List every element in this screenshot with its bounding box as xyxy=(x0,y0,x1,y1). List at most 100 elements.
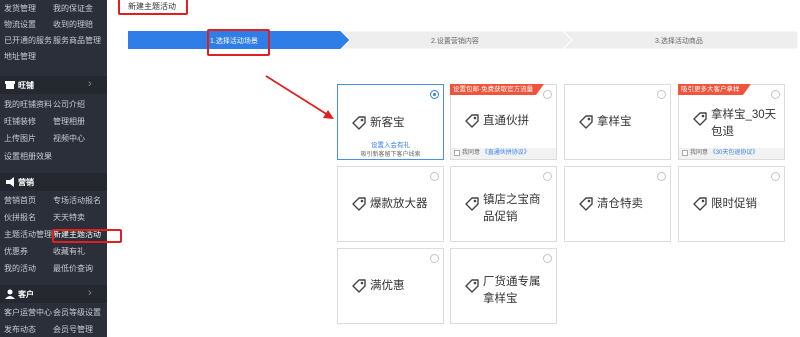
sidebar-section-kehu[interactable]: 客户 › xyxy=(0,285,107,303)
card-radio[interactable] xyxy=(543,172,552,181)
tag-icon xyxy=(465,197,479,211)
sidebar-row: 发布动态 会员号管理 xyxy=(0,321,107,337)
sidebar-link-decoration[interactable]: 旺铺装修 xyxy=(4,116,36,127)
annotation-arrow xyxy=(265,75,334,119)
sidebar-link-customer-ops[interactable]: 客户运营中心 xyxy=(4,307,52,318)
sidebar-link-company-intro[interactable]: 公司介绍 xyxy=(53,99,85,110)
scene-card-nayangbao[interactable]: 拿样宝 xyxy=(564,84,671,160)
agreement-text: 我同意 xyxy=(690,150,709,156)
sidebar-link-my-activity[interactable]: 我的活动 xyxy=(4,263,36,274)
card-radio[interactable] xyxy=(430,254,439,263)
sidebar-row: 伙拼报名 天天特卖 xyxy=(0,209,107,225)
card-title: 限时促销 xyxy=(711,198,757,210)
sidebar-link-group-buy-signup[interactable]: 伙拼报名 xyxy=(4,212,36,223)
scene-card-xinkebao[interactable]: 新客宝 设置入会有礼 吸引新客留下客户线索 xyxy=(337,84,444,160)
megaphone-icon xyxy=(6,177,14,187)
card-title-line-1: 镇店之宝商 xyxy=(483,194,541,206)
scene-card-zhitong[interactable]: 设置包邮·免费获取官方流量 直通伙拼 我同意 《直通伙拼协议》 xyxy=(450,84,557,160)
sidebar-section-title: 营销 xyxy=(18,178,34,187)
promo-badge: 吸引更多大客户拿样 xyxy=(678,84,743,95)
card-title-line-1: 拿样宝_30天 xyxy=(711,109,777,121)
sidebar-row: 地址管理 xyxy=(0,48,107,64)
card-radio[interactable] xyxy=(543,254,552,263)
scene-card-xianshi[interactable]: 限时促销 xyxy=(678,166,785,242)
sidebar-link-claims[interactable]: 收到的理赔 xyxy=(53,19,93,30)
sidebar-section-yingxiao[interactable]: 营销 xyxy=(0,173,107,191)
sidebar-row: 发货管理 我的保证金 xyxy=(0,0,107,16)
tag-icon xyxy=(579,197,593,211)
tag-icon xyxy=(693,197,707,211)
card-title: 清仓特卖 xyxy=(597,198,643,210)
card-title-line-2: 拿样宝 xyxy=(483,293,518,305)
sidebar: 发货管理 我的保证金 物流设置 收到的理赔 已开通的服务 服务商品管理 地址管理… xyxy=(0,0,107,337)
sidebar-link-address[interactable]: 地址管理 xyxy=(4,51,36,62)
card-radio[interactable] xyxy=(771,90,780,99)
annotation-box-sidebar xyxy=(52,229,122,243)
tag-icon xyxy=(352,279,366,293)
agreement-link[interactable]: 《直通伙拼协议》 xyxy=(482,150,530,156)
sidebar-link-album-effect[interactable]: 设置相册效果 xyxy=(4,151,52,162)
annotation-box-title xyxy=(118,0,188,15)
scene-card-zhendian[interactable]: 镇店之宝商 品促销 xyxy=(450,166,557,242)
promo-badge-tail xyxy=(743,84,751,95)
sidebar-link-lowest-price[interactable]: 最低价查询 xyxy=(53,263,93,274)
sidebar-link-post-update[interactable]: 发布动态 xyxy=(4,324,36,335)
agreement-checkbox[interactable] xyxy=(682,150,688,156)
card-subtitle: 设置入会有礼 xyxy=(371,142,410,149)
card-title: 满优惠 xyxy=(370,280,405,292)
sidebar-link-logistics[interactable]: 物流设置 xyxy=(4,19,36,30)
sidebar-link-marketing-home[interactable]: 营销首页 xyxy=(4,195,36,206)
tag-icon xyxy=(352,197,366,211)
card-title: 爆款放大器 xyxy=(370,198,428,210)
sidebar-link-shop-profile[interactable]: 我的旺铺资料 xyxy=(4,99,52,110)
card-title-line-1: 厂货通专属 xyxy=(483,276,541,288)
sidebar-section-title: 客户 xyxy=(18,290,34,299)
card-radio[interactable] xyxy=(657,172,666,181)
sidebar-row: 我的旺铺资料 公司介绍 xyxy=(0,96,107,112)
agreement-link[interactable]: 《30天包退协议》 xyxy=(710,150,759,156)
app-root: 发货管理 我的保证金 物流设置 收到的理赔 已开通的服务 服务商品管理 地址管理… xyxy=(0,0,800,337)
sidebar-row: 已开通的服务 服务商品管理 xyxy=(0,32,107,48)
sidebar-link-special-signup[interactable]: 专场活动报名 xyxy=(53,195,101,206)
scene-card-manyouhui[interactable]: 满优惠 xyxy=(337,248,444,324)
tag-icon xyxy=(693,112,707,126)
sidebar-link-album[interactable]: 管理相册 xyxy=(53,116,85,127)
sidebar-link-service-goods[interactable]: 服务商品管理 xyxy=(53,35,101,46)
sidebar-section-wangpu[interactable]: 旺铺 › xyxy=(0,76,107,94)
sidebar-link-shipping[interactable]: 发货管理 xyxy=(4,3,36,14)
scene-card-qingcang[interactable]: 清仓特卖 xyxy=(564,166,671,242)
sidebar-link-theme-manage[interactable]: 主题活动管理 xyxy=(4,229,52,240)
scene-card-nayangbao-30[interactable]: 吸引更多大客户拿样 拿样宝_30天 包退 我同意 《30天包退协议》 xyxy=(678,84,785,160)
sidebar-link-favorite-gift[interactable]: 收藏有礼 xyxy=(53,246,85,257)
sidebar-link-daily-deals[interactable]: 天天特卖 xyxy=(53,212,85,223)
card-radio[interactable] xyxy=(430,172,439,181)
step-2-label[interactable]: 2.设置营销内容 xyxy=(431,36,479,46)
tag-icon xyxy=(465,114,479,128)
sidebar-link-deposit[interactable]: 我的保证金 xyxy=(53,3,93,14)
sidebar-link-video-center[interactable]: 视频中心 xyxy=(53,133,85,144)
agreement-checkbox[interactable] xyxy=(454,150,460,156)
tag-icon xyxy=(465,279,479,293)
card-radio[interactable] xyxy=(543,90,552,99)
sidebar-link-coupon[interactable]: 优惠券 xyxy=(4,246,28,257)
sidebar-link-member-id[interactable]: 会员号管理 xyxy=(53,324,93,335)
card-title-line-2: 品促销 xyxy=(483,211,518,223)
sidebar-row: 我的活动 最低价查询 xyxy=(0,260,107,276)
card-radio[interactable] xyxy=(771,172,780,181)
sidebar-section-title: 旺铺 xyxy=(18,81,34,90)
step-3-label[interactable]: 3.选择活动商品 xyxy=(655,36,703,46)
scene-card-baokuan[interactable]: 爆款放大器 xyxy=(337,166,444,242)
promo-badge-tail xyxy=(536,84,544,95)
card-radio[interactable] xyxy=(657,90,666,99)
agreement-text: 我同意 xyxy=(462,150,481,156)
scene-card-changhuotong[interactable]: 厂货通专属 拿样宝 xyxy=(450,248,557,324)
promo-badge: 设置包邮·免费获取官方流量 xyxy=(450,84,537,95)
sidebar-link-upload-image[interactable]: 上传图片 xyxy=(4,133,36,144)
agreement-row: 我同意 《30天包退协议》 xyxy=(679,148,784,159)
chevron-right-icon: › xyxy=(88,78,92,90)
shop-icon xyxy=(5,81,15,89)
sidebar-link-services[interactable]: 已开通的服务 xyxy=(4,35,52,46)
sidebar-link-member-level[interactable]: 会员等级设置 xyxy=(53,307,101,318)
user-icon xyxy=(5,289,15,299)
card-radio[interactable] xyxy=(430,90,439,99)
